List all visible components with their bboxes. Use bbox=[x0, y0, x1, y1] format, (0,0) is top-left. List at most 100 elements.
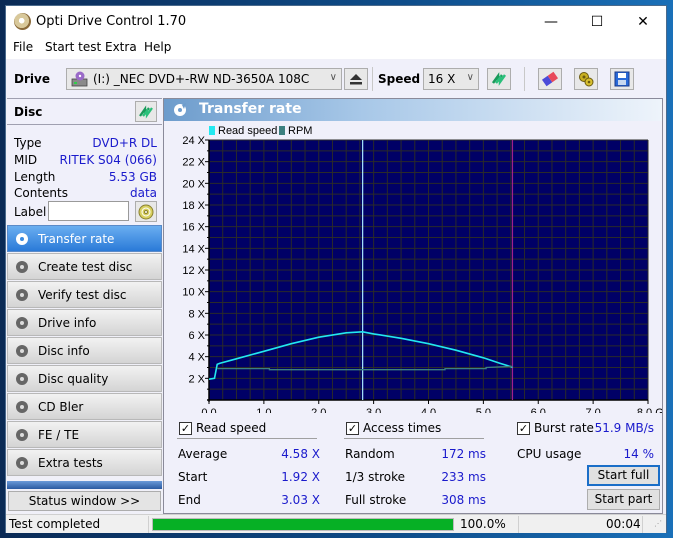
nav-disc-info[interactable]: Disc info bbox=[7, 337, 162, 364]
status-bar: Test completed 100.0% 00:04 ⋰ bbox=[6, 514, 666, 533]
menu-file[interactable]: File bbox=[13, 40, 33, 54]
erase-button[interactable] bbox=[538, 68, 562, 90]
y-tick-label: 6 X bbox=[188, 330, 205, 342]
drive-icon bbox=[71, 71, 88, 87]
elapsed-time: 00:04 bbox=[606, 517, 641, 531]
disc-length-row: Length 5.53 GB bbox=[14, 170, 157, 186]
y-tick-label: 20 X bbox=[182, 178, 205, 190]
erase-icon bbox=[541, 71, 559, 87]
start-label: Start bbox=[178, 470, 208, 484]
drive-label: Drive bbox=[14, 72, 50, 86]
start-full-button[interactable]: Start full bbox=[587, 465, 660, 486]
random-label: Random bbox=[345, 447, 395, 461]
disc-test-icon bbox=[16, 401, 28, 413]
x-tick-label: 2.0 bbox=[311, 407, 326, 413]
access-times-checkbox[interactable]: ✓ bbox=[346, 422, 359, 435]
toolbar: Drive (I:) _NEC DVD+-RW ND-3650A 108C ∨ … bbox=[6, 60, 666, 98]
status-window-button[interactable]: Status window >> bbox=[8, 491, 161, 511]
nav-disc-quality[interactable]: Disc quality bbox=[7, 365, 162, 392]
cpu-usage-value: 14 % bbox=[623, 447, 655, 461]
menu-help[interactable]: Help bbox=[144, 40, 171, 54]
y-tick-label: 8 X bbox=[188, 308, 205, 320]
refresh-speed-button[interactable] bbox=[487, 68, 511, 90]
nav-label: Transfer rate bbox=[38, 232, 115, 246]
y-tick-label: 10 X bbox=[182, 287, 205, 299]
settings-button[interactable] bbox=[574, 68, 598, 90]
disc-type-value: DVD+R DL bbox=[92, 136, 157, 150]
y-tick-label: 4 X bbox=[188, 352, 205, 364]
x-tick-label: 1.0 bbox=[256, 407, 271, 413]
panel-title: Transfer rate bbox=[199, 101, 302, 117]
read-speed-checkbox[interactable]: ✓ bbox=[179, 422, 192, 435]
disc-test-icon bbox=[16, 289, 28, 301]
third-stroke-label: 1/3 stroke bbox=[345, 470, 405, 484]
drive-select-value: (I:) _NEC DVD+-RW ND-3650A 108C bbox=[93, 72, 310, 86]
menu-extra[interactable]: Extra bbox=[105, 40, 137, 54]
group-divider bbox=[177, 438, 317, 439]
full-stroke-value: 308 ms bbox=[441, 493, 486, 507]
x-tick-label: 0.0 bbox=[201, 407, 216, 413]
disc-test-icon bbox=[16, 261, 28, 273]
read-speed-label: Read speed bbox=[196, 421, 267, 435]
progress-text: 100.0% bbox=[460, 517, 506, 531]
nav-cd-bler[interactable]: CD Bler bbox=[7, 393, 162, 420]
disc-contents-row: Contents data bbox=[14, 186, 157, 202]
legend-label-rpm: RPM bbox=[288, 125, 312, 137]
disc-header-label: Disc bbox=[14, 105, 43, 119]
status-text: Test completed bbox=[9, 517, 101, 531]
nav-label: FE / TE bbox=[38, 428, 80, 442]
resize-grip-icon[interactable]: ⋰ bbox=[654, 519, 662, 528]
disc-length-value: 5.53 GB bbox=[108, 170, 157, 184]
disc-test-icon bbox=[16, 345, 28, 357]
disc-type-row: Type DVD+R DL bbox=[14, 136, 157, 152]
disc-contents-label: Contents bbox=[14, 186, 68, 200]
transfer-rate-chart: 2 X 4 X 6 X 8 X 10 X 12 X 14 X 16 X 18 X 20 X 22 X… bbox=[182, 125, 662, 413]
x-tick-label: 6.0 bbox=[531, 407, 546, 413]
nav-create-test-disc[interactable]: Create test disc bbox=[7, 253, 162, 280]
maximize-button[interactable]: ☐ bbox=[574, 6, 620, 37]
disc-panel: Disc Type DVD+R DL MID RITEK S04 (066) L… bbox=[7, 98, 162, 225]
cpu-usage-label: CPU usage bbox=[517, 447, 582, 461]
transfer-rate-panel: Transfer rate 2 X 4 X 6 X 8 X 10 X 12 X 14 X 16… bbox=[163, 98, 663, 514]
burst-rate-value: 51.9 MB/s bbox=[594, 421, 654, 435]
x-tick-label: 8.0 GB bbox=[637, 407, 662, 413]
panel-header: Transfer rate bbox=[164, 99, 662, 121]
start-part-button[interactable]: Start part bbox=[587, 489, 660, 510]
speed-select[interactable]: 16 X ∨ bbox=[423, 68, 479, 90]
start-value: 1.92 X bbox=[281, 470, 320, 484]
third-stroke-value: 233 ms bbox=[441, 470, 486, 484]
disc-label-button[interactable] bbox=[135, 201, 157, 222]
toolbar-separator bbox=[524, 67, 525, 91]
eject-button[interactable] bbox=[344, 68, 368, 90]
drive-select[interactable]: (I:) _NEC DVD+-RW ND-3650A 108C ∨ bbox=[66, 68, 342, 90]
disc-label-input[interactable] bbox=[48, 201, 129, 221]
chevron-down-icon: ∨ bbox=[466, 72, 474, 83]
eject-icon bbox=[350, 74, 362, 85]
nav-filler bbox=[7, 481, 162, 489]
minimize-button[interactable]: — bbox=[528, 6, 574, 37]
random-value: 172 ms bbox=[441, 447, 486, 461]
nav-verify-test-disc[interactable]: Verify test disc bbox=[7, 281, 162, 308]
y-tick-label: 2 X bbox=[188, 373, 205, 385]
legend-label-read-speed: Read speed bbox=[218, 125, 277, 137]
nav-fe-te[interactable]: FE / TE bbox=[7, 421, 162, 448]
nav-extra-tests[interactable]: Extra tests bbox=[7, 449, 162, 476]
close-button[interactable]: ✕ bbox=[620, 6, 666, 37]
disc-test-icon bbox=[16, 233, 28, 245]
x-tick-label: 3.0 bbox=[366, 407, 381, 413]
status-divider bbox=[642, 516, 643, 533]
nav-label: Disc info bbox=[38, 344, 90, 358]
burst-rate-checkbox[interactable]: ✓ bbox=[517, 422, 530, 435]
transfer-rate-icon bbox=[174, 103, 186, 116]
disc-label-label: Label bbox=[14, 205, 47, 219]
nav-drive-info[interactable]: Drive info bbox=[7, 309, 162, 336]
status-divider bbox=[148, 516, 149, 533]
refresh-icon bbox=[491, 72, 507, 86]
menu-start-test[interactable]: Start test bbox=[45, 40, 101, 54]
save-button[interactable] bbox=[610, 68, 634, 90]
disc-refresh-button[interactable] bbox=[135, 101, 157, 122]
disc-test-icon bbox=[16, 457, 28, 469]
end-value: 3.03 X bbox=[281, 493, 320, 507]
nav-transfer-rate[interactable]: Transfer rate bbox=[7, 225, 162, 252]
title-bar: Opti Drive Control 1.70 — ☐ ✕ bbox=[6, 6, 666, 37]
